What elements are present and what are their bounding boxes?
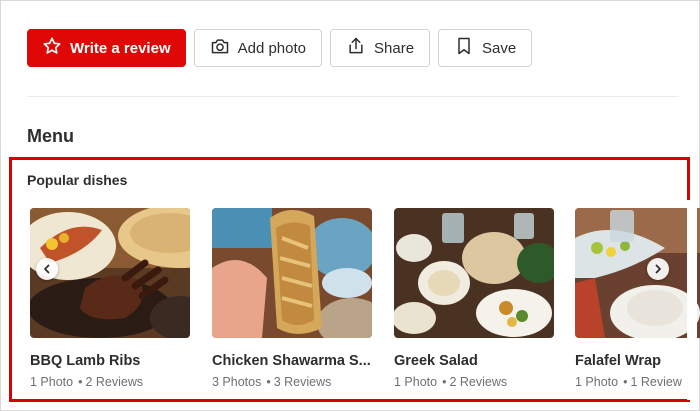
menu-heading: Menu (27, 126, 74, 146)
dish-meta: 1 Photo • 2 Reviews (30, 375, 144, 389)
write-review-label: Write a review (70, 39, 171, 57)
dish-photo-count[interactable]: 1 Photo (575, 375, 618, 389)
add-photo-button[interactable]: Add photo (193, 29, 323, 67)
carousel-next-button[interactable] (647, 258, 669, 280)
dish-meta: 1 Photo • 1 Review (575, 375, 682, 389)
dish-card[interactable]: Chicken Shawarma S... 3 Photos • 3 Reviews (212, 208, 372, 389)
dish-photo-falafel-wrap[interactable] (575, 208, 700, 338)
dish-photo-count[interactable]: 1 Photo (394, 375, 437, 389)
dish-name[interactable]: BBQ Lamb Ribs (30, 353, 190, 369)
star-icon (42, 36, 62, 60)
dish-meta: 3 Photos • 3 Reviews (212, 375, 332, 389)
section-divider (27, 96, 679, 97)
dish-photo-count[interactable]: 3 Photos (212, 375, 261, 389)
dish-review-count[interactable]: 2 Reviews (85, 375, 143, 389)
popular-dishes-heading: Popular dishes (27, 172, 128, 188)
share-label: Share (374, 39, 415, 57)
dish-review-count[interactable]: 2 Reviews (449, 375, 507, 389)
carousel-prev-button[interactable] (36, 258, 58, 280)
dish-card[interactable]: Greek Salad 1 Photo • 2 Reviews (394, 208, 554, 389)
dish-name[interactable]: Chicken Shawarma S... (212, 353, 372, 369)
carousel-clip (687, 200, 697, 400)
share-button[interactable]: Share (330, 29, 431, 67)
save-button[interactable]: Save (438, 29, 533, 67)
bookmark-icon (454, 36, 474, 60)
dish-name[interactable]: Greek Salad (394, 353, 554, 369)
add-photo-label: Add photo (237, 39, 307, 57)
dish-card[interactable]: Falafel Wrap 1 Photo • 1 Review (575, 208, 700, 389)
dish-photo-chicken-shawarma[interactable] (212, 208, 372, 338)
dish-meta: 1 Photo • 2 Reviews (394, 375, 508, 389)
action-bar: Write a review Add photo Share Save (27, 29, 533, 67)
dish-photo-greek-salad[interactable] (394, 208, 554, 338)
save-label: Save (482, 39, 517, 57)
write-review-button[interactable]: Write a review (27, 29, 186, 67)
dish-name[interactable]: Falafel Wrap (575, 353, 700, 369)
dish-review-count[interactable]: 1 Review (630, 375, 681, 389)
camera-icon (210, 36, 230, 60)
dish-photo-count[interactable]: 1 Photo (30, 375, 73, 389)
share-icon (346, 36, 366, 60)
dish-card[interactable]: BBQ Lamb Ribs 1 Photo • 2 Reviews (30, 208, 190, 389)
chevron-left-icon (41, 263, 53, 275)
chevron-right-icon (652, 263, 664, 275)
dish-review-count[interactable]: 3 Reviews (274, 375, 332, 389)
